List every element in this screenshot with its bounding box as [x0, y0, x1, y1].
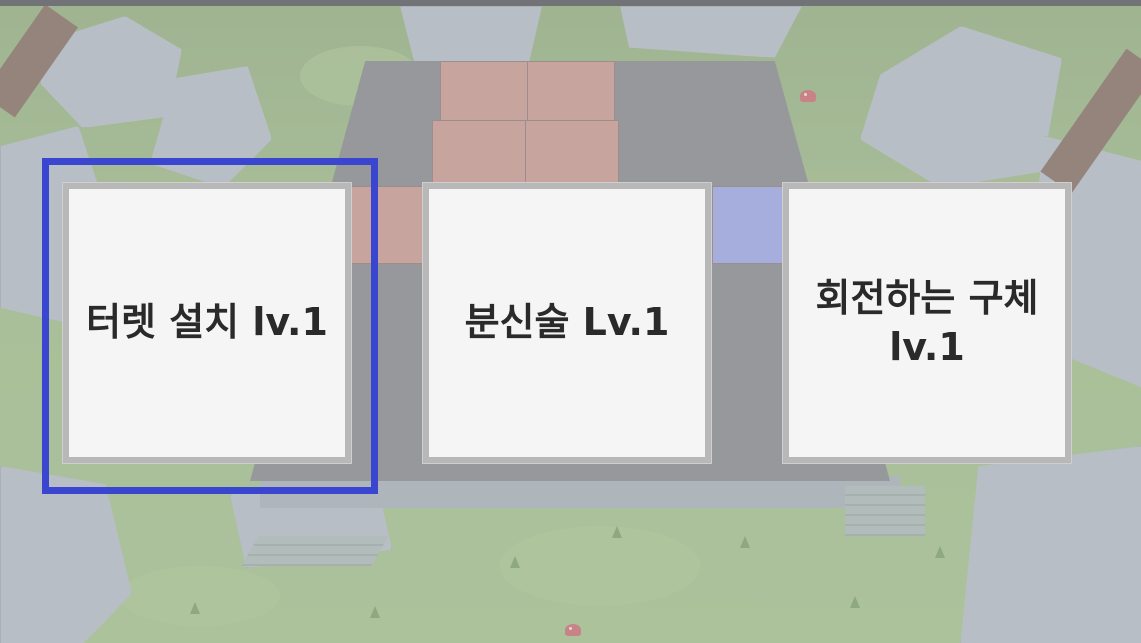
upgrade-card-label: 회전하는 구체 lv.1: [815, 275, 1039, 369]
upgrade-card-label: 분신술 Lv.1: [464, 300, 670, 345]
upgrade-card-face: 분신술 Lv.1: [429, 189, 705, 457]
upgrade-card-turret[interactable]: 터렛 설치 lv.1: [62, 182, 352, 464]
upgrade-card-clone[interactable]: 분신술 Lv.1: [422, 182, 712, 464]
upgrade-card-face: 터렛 설치 lv.1: [69, 189, 345, 457]
upgrade-card-orbiting-sphere[interactable]: 회전하는 구체 lv.1: [782, 182, 1072, 464]
game-screen: 터렛 설치 lv.1 분신술 Lv.1 회전하는 구체 lv.1: [0, 0, 1141, 643]
upgrade-card-label: 터렛 설치 lv.1: [86, 300, 328, 345]
upgrade-card-face: 회전하는 구체 lv.1: [789, 189, 1065, 457]
